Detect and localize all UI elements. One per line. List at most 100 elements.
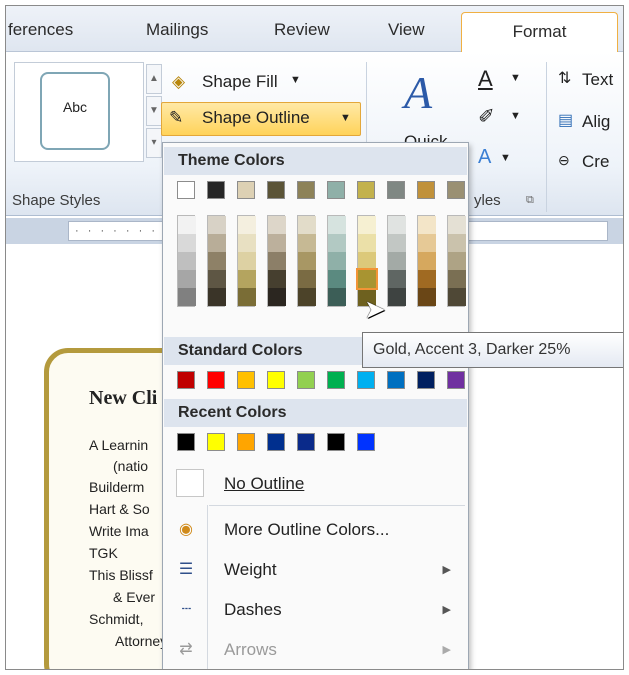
tab-view[interactable]: View <box>388 20 425 40</box>
more-outline-colors-item[interactable]: ◉ More Outline Colors... <box>164 511 467 549</box>
standard-color-swatch[interactable] <box>177 371 195 389</box>
standard-color-swatch[interactable] <box>447 371 465 389</box>
theme-color-shade[interactable] <box>298 270 316 288</box>
text-direction-button[interactable]: Text <box>582 70 613 90</box>
theme-color-shade[interactable] <box>208 252 226 270</box>
theme-color-shade[interactable] <box>238 270 256 288</box>
theme-color-shade[interactable] <box>328 234 346 252</box>
tab-review[interactable]: Review <box>274 20 330 40</box>
theme-color-shade[interactable] <box>388 288 406 306</box>
theme-color-shade[interactable] <box>268 288 286 306</box>
standard-color-swatch[interactable] <box>327 371 345 389</box>
theme-color-shade[interactable] <box>268 252 286 270</box>
recent-color-swatch[interactable] <box>267 433 285 451</box>
theme-color-shade[interactable] <box>208 216 226 234</box>
theme-color-shade[interactable] <box>208 234 226 252</box>
text-fill-icon[interactable]: A <box>478 66 493 92</box>
theme-color-shade[interactable] <box>328 288 346 306</box>
theme-color-swatch[interactable] <box>417 181 435 199</box>
standard-color-swatch[interactable] <box>357 371 375 389</box>
standard-color-swatch[interactable] <box>267 371 285 389</box>
no-outline-item[interactable]: No Outline <box>164 465 467 503</box>
theme-color-shade[interactable] <box>418 216 436 234</box>
theme-color-swatch[interactable] <box>267 181 285 199</box>
theme-color-swatch[interactable] <box>237 181 255 199</box>
theme-color-shade[interactable] <box>388 216 406 234</box>
theme-color-shade[interactable] <box>178 216 196 234</box>
theme-color-shade[interactable] <box>448 216 466 234</box>
theme-color-swatch[interactable] <box>327 181 345 199</box>
theme-color-shade[interactable] <box>418 252 436 270</box>
theme-color-shade[interactable] <box>328 270 346 288</box>
theme-color-shade[interactable] <box>328 216 346 234</box>
theme-color-shade[interactable] <box>388 270 406 288</box>
recent-color-swatch[interactable] <box>327 433 345 451</box>
theme-color-shade[interactable] <box>418 288 436 306</box>
theme-color-shade[interactable] <box>208 270 226 288</box>
theme-color-shade[interactable] <box>298 234 316 252</box>
recent-color-swatch[interactable] <box>357 433 375 451</box>
theme-color-shade[interactable] <box>418 270 436 288</box>
theme-color-shade[interactable] <box>356 268 378 290</box>
theme-color-swatch[interactable] <box>387 181 405 199</box>
recent-color-swatch[interactable] <box>237 433 255 451</box>
theme-color-shade[interactable] <box>238 234 256 252</box>
theme-color-shade[interactable] <box>448 288 466 306</box>
gallery-scroll-down[interactable]: ▼ <box>146 96 162 126</box>
theme-color-shade[interactable] <box>298 216 316 234</box>
theme-color-shade[interactable] <box>298 252 316 270</box>
theme-color-shade[interactable] <box>358 234 376 252</box>
create-link-button[interactable]: Cre <box>582 152 609 172</box>
shape-fill-button[interactable]: Shape Fill <box>202 72 278 92</box>
theme-color-shade[interactable] <box>418 234 436 252</box>
theme-color-swatch[interactable] <box>177 181 195 199</box>
theme-color-shade[interactable] <box>178 234 196 252</box>
theme-color-shade[interactable] <box>388 252 406 270</box>
tab-references[interactable]: ferences <box>8 20 73 40</box>
theme-color-shade[interactable] <box>328 252 346 270</box>
weight-item[interactable]: ☰ Weight ▶ <box>164 551 467 589</box>
tab-mailings[interactable]: Mailings <box>146 20 208 40</box>
standard-color-swatch[interactable] <box>237 371 255 389</box>
theme-color-shade[interactable] <box>238 216 256 234</box>
gallery-more[interactable]: ▾ <box>146 128 162 158</box>
theme-color-shade[interactable] <box>238 288 256 306</box>
shape-style-sample[interactable]: Abc <box>40 72 110 150</box>
theme-color-swatch[interactable] <box>297 181 315 199</box>
theme-color-shade[interactable] <box>268 216 286 234</box>
recent-color-swatch[interactable] <box>177 433 195 451</box>
tab-format[interactable]: Format <box>461 12 618 53</box>
theme-color-swatch[interactable] <box>447 181 465 199</box>
standard-color-swatch[interactable] <box>387 371 405 389</box>
theme-color-shade[interactable] <box>298 288 316 306</box>
theme-color-shade[interactable] <box>268 234 286 252</box>
recent-color-swatch[interactable] <box>207 433 225 451</box>
text-effects-icon[interactable]: A <box>478 146 491 169</box>
theme-color-shade[interactable] <box>178 252 196 270</box>
standard-color-swatch[interactable] <box>207 371 225 389</box>
text-outline-icon[interactable]: ✐ <box>478 104 495 129</box>
theme-color-shade[interactable] <box>448 234 466 252</box>
theme-color-shade[interactable] <box>268 270 286 288</box>
theme-color-shade[interactable] <box>178 270 196 288</box>
theme-color-shade[interactable] <box>358 252 376 270</box>
wordart-a-icon[interactable]: A <box>404 66 432 119</box>
recent-color-swatch[interactable] <box>297 433 315 451</box>
theme-color-swatch[interactable] <box>207 181 225 199</box>
align-text-button[interactable]: Alig <box>582 112 610 132</box>
theme-color-shade[interactable] <box>178 288 196 306</box>
theme-color-shade[interactable] <box>448 270 466 288</box>
dashes-item[interactable]: ┄ Dashes ▶ <box>164 591 467 629</box>
gallery-scroll-up[interactable]: ▲ <box>146 64 162 94</box>
shape-styles-label: Shape Styles <box>12 192 101 209</box>
theme-color-swatch[interactable] <box>357 181 375 199</box>
theme-color-shade[interactable] <box>448 252 466 270</box>
dialog-launcher-icon[interactable]: ⧉ <box>526 194 534 207</box>
standard-color-swatch[interactable] <box>297 371 315 389</box>
standard-color-swatch[interactable] <box>417 371 435 389</box>
theme-color-shade[interactable] <box>238 252 256 270</box>
theme-color-shade[interactable] <box>388 234 406 252</box>
theme-color-shade[interactable] <box>358 216 376 234</box>
theme-color-shade[interactable] <box>208 288 226 306</box>
submenu-arrow-icon: ▶ <box>442 564 451 576</box>
